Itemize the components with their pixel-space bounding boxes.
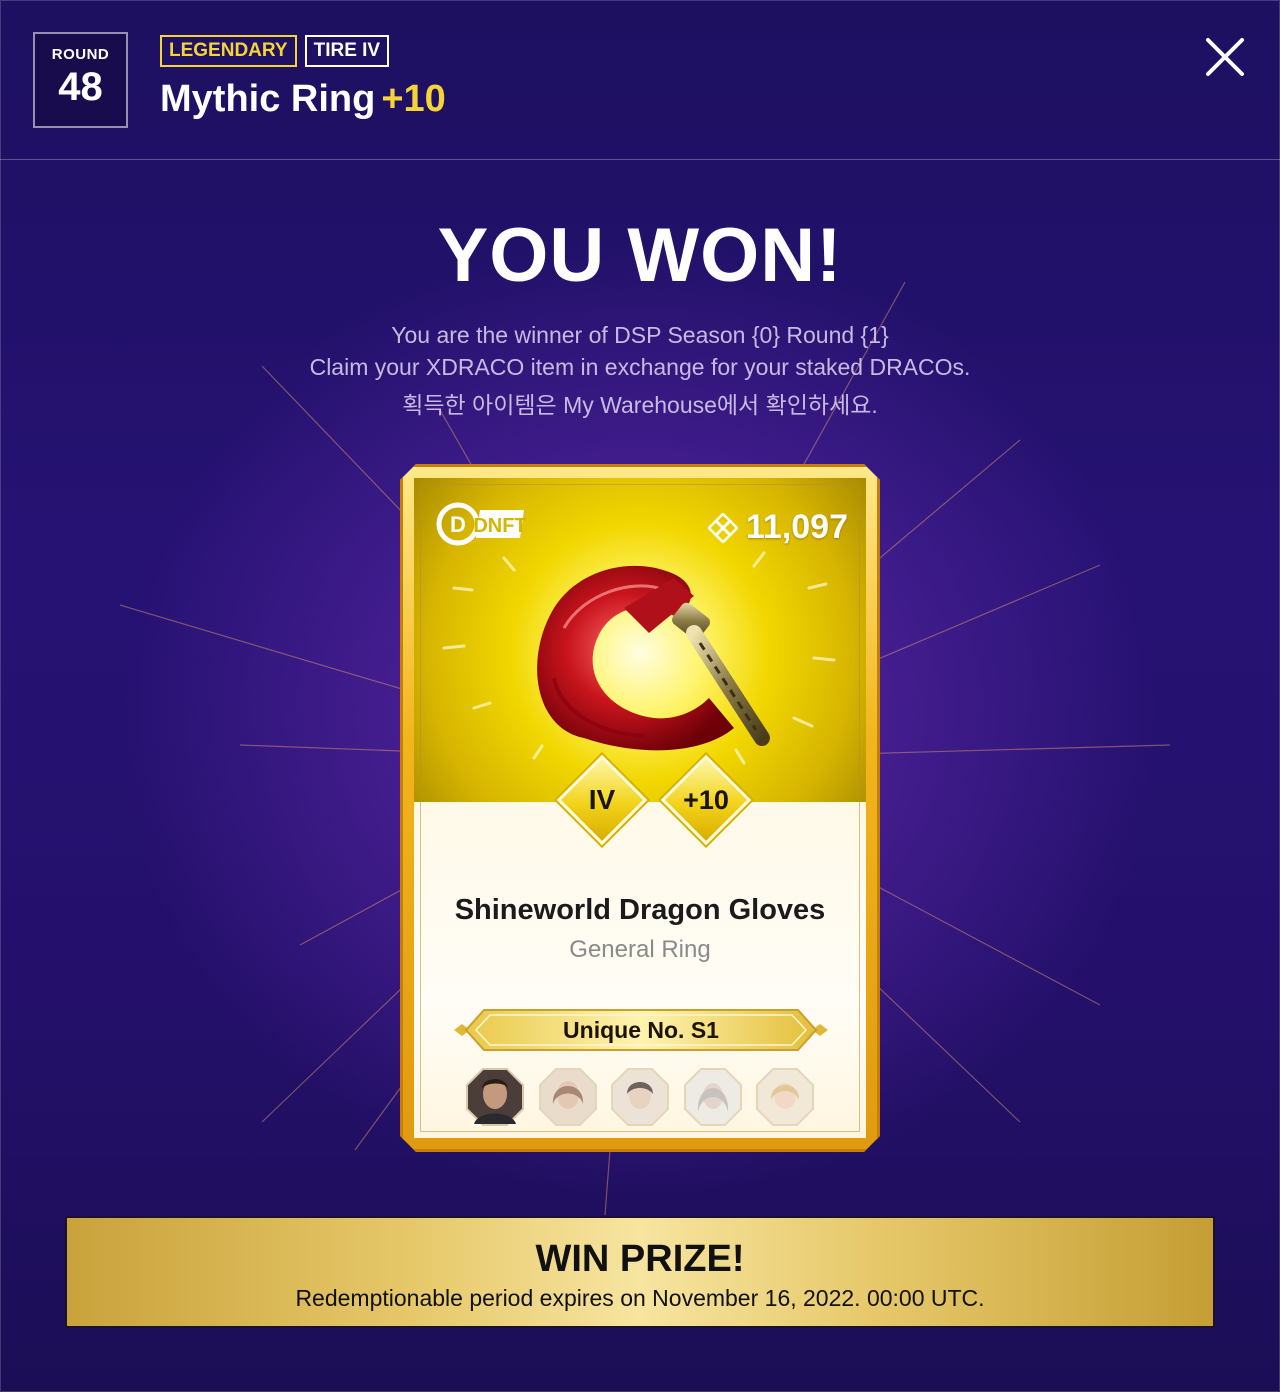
close-icon [1206,38,1244,76]
rarity-tag: LEGENDARY [160,35,297,67]
close-button[interactable] [1200,34,1248,82]
result-message-line1: You are the winner of DSP Season {0} Rou… [391,322,889,348]
tier-tag: TIRE IV [304,35,390,67]
unique-number: Unique No. S1 [563,1017,719,1043]
result-title: YOU WON! [437,213,843,298]
round-number: 48 [58,65,103,109]
character-taoist-avatar [611,1068,669,1126]
item-tags: LEGENDARY TIRE IV [160,35,390,67]
item-card-body: D DNFT 11,097 IV +10 Shineworld Dragon G… [414,478,866,1138]
item-card-name: Shineworld Dragon Gloves [454,894,826,926]
win-prize-title: WIN PRIZE! [535,1238,745,1280]
item-title: Mythic Ring +10 [160,78,446,121]
character-sorceress-avatar [538,1068,597,1126]
item-name: Mythic Ring [160,78,376,120]
enhance-value: +10 [683,784,729,815]
win-prize-subtitle: Redemptionable period expires on Novembe… [295,1285,985,1311]
modal-header: ROUND 48 LEGENDARY TIRE IV Mythic Ring +1… [0,0,1280,160]
character-lancer-avatar [756,1068,814,1126]
round-badge: ROUND 48 [33,32,128,128]
win-prize-button[interactable]: WIN PRIZE! Redemptionable period expires… [65,1216,1215,1328]
item-enhance: +10 [381,78,446,120]
result-message-line3: 획득한 아이템은 My Warehouse에서 확인하세요. [402,392,878,418]
item-card: D DNFT 11,097 IV +10 Shineworld Dragon G… [400,464,880,1152]
character-berserker-avatar [683,1068,742,1126]
character-list [466,1068,814,1128]
unique-number-banner: Unique No. S1 [454,1006,828,1054]
enhance-diamond: +10 [660,754,752,846]
item-card-category: General Ring [569,936,711,963]
tier-value: IV [588,784,616,815]
result-message-line2: Claim your XDRACO item in exchange for y… [309,354,971,380]
tier-diamond: IV [556,754,648,846]
character-warrior-avatar [466,1068,524,1126]
round-label: ROUND [51,46,110,63]
